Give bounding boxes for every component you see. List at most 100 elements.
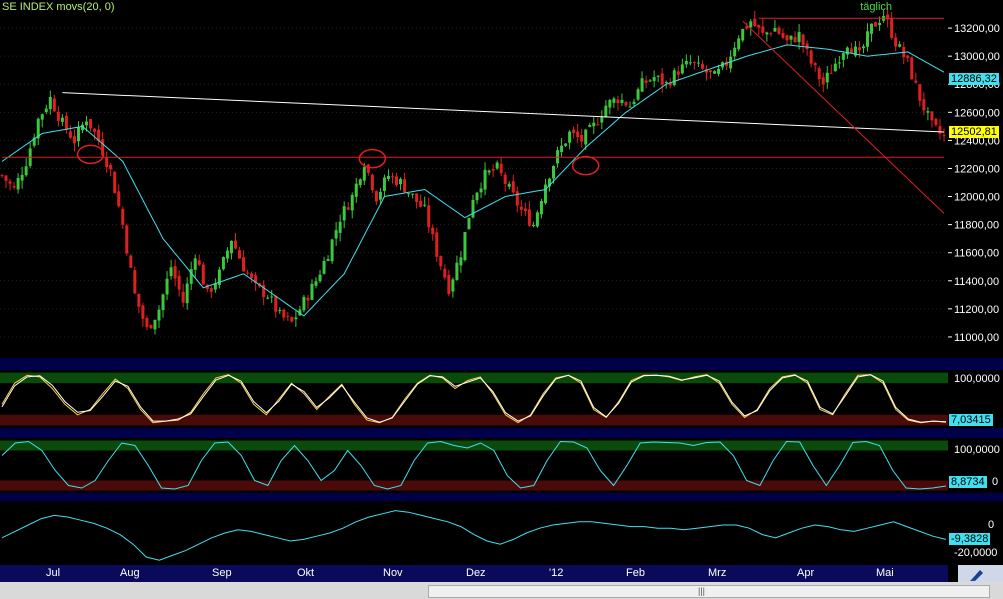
candle-body: [4, 175, 8, 181]
price-axis-label: 11600,00: [954, 248, 999, 260]
month-label: Mai: [876, 567, 894, 579]
oscillator-pane[interactable]: [0, 438, 948, 493]
candle-body: [233, 240, 237, 249]
candle-body: [878, 22, 882, 26]
candle-body: [72, 136, 76, 144]
candle-body: [141, 305, 145, 319]
candle-body: [672, 70, 676, 86]
candle-body: [322, 260, 326, 274]
candle-body: [193, 258, 197, 270]
price-axis[interactable]: 13200,00 13000,00 12800,00 12600,00 12400,00…: [948, 0, 1003, 358]
oscillator-chart[interactable]: [0, 438, 948, 493]
candle-body: [765, 32, 769, 35]
month-label: Nov: [383, 567, 403, 579]
candle-body: [350, 194, 354, 211]
candle-body: [185, 283, 189, 304]
candle-body: [886, 14, 890, 20]
candle-body: [914, 80, 918, 83]
candle-body: [918, 84, 922, 101]
candle-body: [386, 175, 390, 179]
candle-body: [797, 32, 801, 43]
candle-body: [640, 78, 644, 92]
price-pane[interactable]: SE INDEX movs(20, 0) täglich: [0, 0, 948, 358]
candle-body: [483, 169, 487, 190]
scrollbar-thumb[interactable]: [428, 585, 990, 598]
candle-body: [16, 177, 20, 190]
candle-body: [713, 71, 717, 74]
candle-body: [487, 170, 491, 173]
candle-body: [378, 191, 382, 200]
candle-body: [157, 309, 161, 321]
chart-title: SE INDEX movs(20, 0): [2, 1, 115, 13]
candle-body: [612, 98, 616, 103]
price-axis-label: 12000,00: [954, 192, 1000, 204]
candle-body: [12, 186, 16, 188]
draw-tool-button[interactable]: [958, 565, 1003, 582]
candle-body: [201, 264, 205, 285]
candle-body: [861, 46, 865, 49]
price-axis-label: 11000,00: [954, 332, 999, 344]
candle-body: [24, 166, 28, 176]
candle-body: [866, 31, 870, 47]
price-chart[interactable]: [0, 0, 948, 358]
candle-body: [238, 250, 242, 259]
candle-body: [447, 274, 451, 295]
month-label: Aug: [120, 567, 140, 579]
candle-body: [584, 129, 588, 145]
candle-body: [688, 62, 692, 64]
pane-separator: [0, 428, 1003, 438]
candle-body: [753, 18, 757, 27]
candle-body: [125, 225, 129, 254]
candle-body: [399, 178, 403, 185]
candle-body: [773, 27, 777, 32]
long-trendline-line: [62, 92, 945, 133]
candle-body: [495, 162, 499, 169]
momentum-chart[interactable]: [0, 501, 948, 565]
candle-body: [503, 174, 507, 184]
stochastic-chart[interactable]: [0, 370, 948, 428]
candle-body: [181, 291, 185, 303]
candle-body: [737, 38, 741, 50]
candle-body: [165, 278, 169, 295]
candle-body: [306, 297, 310, 301]
candle-body: [85, 121, 89, 126]
candle-body: [636, 89, 640, 100]
candle-body: [930, 111, 934, 121]
candle-body: [40, 114, 44, 120]
momentum-pane[interactable]: [0, 501, 948, 565]
candle-body: [370, 174, 374, 191]
candle-body: [600, 117, 604, 123]
candle-body: [314, 281, 318, 286]
annotation-circle: [76, 144, 105, 165]
candle-body: [89, 118, 93, 129]
candle-body: [644, 80, 648, 83]
candle-body: [596, 124, 600, 126]
candle-body: [56, 111, 60, 121]
candle-body: [684, 61, 688, 65]
candle-body: [709, 70, 713, 72]
candle-body: [648, 80, 652, 82]
candle-body: [628, 106, 632, 108]
candle-body: [789, 35, 793, 40]
candle-body: [519, 206, 523, 210]
candle-body: [250, 273, 254, 278]
interval-label[interactable]: täglich: [860, 1, 892, 13]
stochastic-value-badge: 7,03415: [949, 414, 993, 426]
candle-body: [330, 239, 334, 262]
candle-body: [531, 225, 535, 227]
month-label: Mrz: [708, 567, 727, 579]
pencil-icon: [970, 570, 983, 581]
candle-body: [0, 175, 4, 177]
candle-body: [302, 296, 306, 311]
candle-body: [318, 274, 322, 282]
candle-body: [242, 257, 246, 272]
stochastic-pane[interactable]: [0, 370, 948, 428]
candle-body: [109, 164, 113, 170]
candle-body: [560, 145, 564, 153]
candle-body: [44, 108, 48, 113]
candle-body: [745, 26, 749, 29]
candle-body: [515, 191, 519, 206]
candle-body: [552, 165, 556, 179]
candle-body: [463, 232, 467, 261]
candle-body: [290, 317, 294, 322]
